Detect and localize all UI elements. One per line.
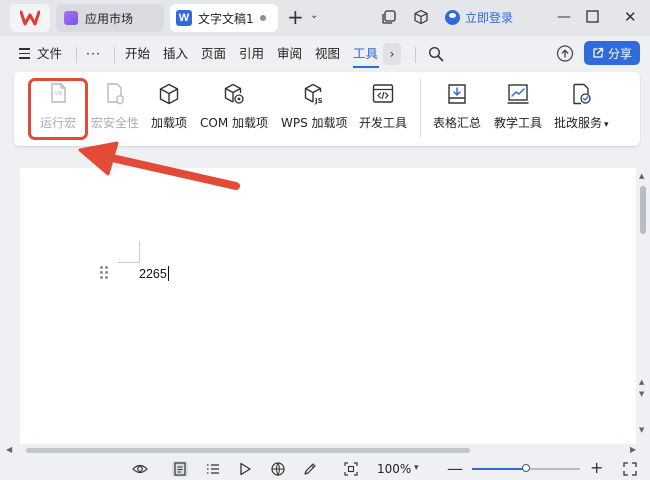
zoom-level[interactable]: 100% — [377, 462, 411, 476]
word-doc-icon: W — [176, 10, 192, 26]
title-bar: 应用市场 W 文字文稿1 + ⌄ 立即登录 — ✕ — [0, 0, 650, 36]
cloud-upload-icon[interactable] — [556, 45, 574, 62]
outline-view-icon[interactable] — [205, 461, 221, 477]
teaching-tools-button[interactable]: 教学工具 — [494, 82, 542, 131]
fullscreen-icon[interactable] — [622, 461, 638, 477]
developer-tools-button[interactable]: 开发工具 — [359, 82, 407, 131]
wps-logo[interactable] — [10, 4, 50, 32]
maximize-icon[interactable] — [586, 10, 599, 23]
margin-corner-mark — [118, 262, 140, 263]
wps-addin-button[interactable]: JS WPS 加载项 — [281, 82, 348, 131]
correction-service-button[interactable]: 批改服务 ▾ — [554, 82, 609, 131]
svg-text:JS: JS — [314, 97, 323, 105]
margin-corner-mark — [139, 241, 140, 263]
developer-tools-icon — [372, 84, 394, 103]
zoom-in-button[interactable]: + — [590, 458, 603, 477]
share-label: 分享 — [607, 46, 632, 61]
new-tab-button[interactable]: + — [287, 7, 304, 27]
com-addin-icon — [224, 83, 244, 104]
document-text[interactable]: 2265 — [139, 266, 170, 282]
play-icon[interactable] — [237, 461, 253, 477]
dropdown-chevron-icon: ▾ — [604, 120, 609, 130]
text-cursor — [167, 266, 170, 281]
unsaved-dot-icon — [259, 15, 266, 21]
wps-logo-icon — [20, 10, 40, 26]
com-addin-button[interactable]: COM 加载项 — [200, 82, 268, 131]
divider — [415, 47, 416, 63]
tab-label: 应用市场 — [85, 11, 134, 26]
minimize-button[interactable]: — — [557, 9, 571, 25]
tab-list-chevron-icon[interactable]: ⌄ — [310, 10, 318, 21]
addin-cube-icon — [159, 83, 179, 105]
horizontal-scrollbar[interactable]: ◀ ▶ — [0, 444, 650, 458]
zoom-slider-knob[interactable] — [522, 464, 530, 472]
wps-addin-icon: JS — [305, 83, 323, 105]
correction-service-icon — [573, 83, 591, 105]
page-view-icon[interactable] — [172, 461, 188, 477]
fit-page-icon[interactable] — [343, 461, 359, 477]
tabs-scroll-right-button[interactable]: › — [383, 43, 401, 65]
macro-security-icon — [107, 83, 124, 105]
document-area: 2265 — [0, 152, 650, 444]
search-icon[interactable] — [428, 46, 444, 62]
highlight-box — [28, 78, 88, 140]
addin-button[interactable]: 加载项 — [151, 82, 187, 131]
hamburger-icon[interactable] — [19, 48, 30, 62]
table-summary-icon — [448, 84, 466, 104]
menu-file[interactable]: 文件 — [37, 46, 62, 62]
zoom-out-button[interactable]: — — [447, 459, 463, 478]
status-bar: 100% ▾ — + — [0, 458, 650, 480]
web-layout-icon[interactable] — [270, 461, 286, 477]
tab-document[interactable]: W 文字文稿1 — [170, 4, 278, 32]
teaching-tools-icon — [507, 84, 529, 104]
cube-icon[interactable] — [413, 9, 429, 25]
tab-start[interactable]: 开始 — [125, 46, 150, 62]
zoom-dropdown-icon[interactable]: ▾ — [414, 463, 419, 473]
horizontal-scroll-thumb[interactable] — [26, 448, 470, 453]
scroll-up-icon[interactable]: ▲ — [639, 172, 644, 180]
divider — [114, 47, 115, 63]
scroll-prev-page-icon[interactable]: ▲ — [639, 378, 644, 386]
tools-ribbon: VB 运行宏 宏安全性 加载项 COM 加载项 JS WPS 加载项 开发工具 … — [14, 72, 640, 146]
login-label: 立即登录 — [465, 11, 514, 25]
drag-handle-icon[interactable] — [100, 266, 110, 282]
macro-security-button[interactable]: 宏安全性 — [91, 82, 139, 131]
table-summary-button[interactable]: 表格汇总 — [433, 82, 481, 131]
scroll-next-page-icon[interactable]: ▼ — [639, 390, 644, 398]
pen-icon[interactable] — [302, 461, 318, 477]
share-button[interactable]: 分享 — [584, 41, 640, 65]
tab-label: 文字文稿1 — [198, 11, 254, 26]
tab-tools[interactable]: 工具 — [353, 46, 378, 62]
scroll-left-icon[interactable]: ◀ — [6, 445, 12, 454]
tab-view[interactable]: 视图 — [315, 46, 340, 62]
scroll-right-icon[interactable]: ▶ — [630, 445, 636, 454]
tab-review[interactable]: 审阅 — [277, 46, 302, 62]
login-button[interactable]: 立即登录 — [445, 9, 513, 26]
zoom-slider-fill — [472, 468, 526, 470]
tab-insert[interactable]: 插入 — [163, 46, 188, 62]
close-button[interactable]: ✕ — [624, 9, 637, 25]
divider — [76, 47, 77, 63]
vertical-scroll-thumb[interactable] — [640, 186, 646, 234]
tab-page[interactable]: 页面 — [201, 46, 226, 62]
ribbon-divider — [420, 78, 421, 138]
tab-app-market[interactable]: 应用市场 — [56, 4, 164, 32]
scroll-down-icon[interactable]: ▼ — [639, 426, 644, 434]
document-page[interactable]: 2265 — [20, 168, 636, 444]
zoom-slider[interactable] — [472, 464, 580, 472]
active-tab-indicator — [353, 66, 379, 68]
avatar-icon — [445, 10, 460, 25]
window-restore-icon[interactable] — [381, 9, 397, 25]
menu-bar: 文件 ··· 开始 插入 页面 引用 审阅 视图 工具 › 分享 — [0, 36, 650, 70]
app-market-icon — [64, 11, 78, 25]
share-icon — [593, 47, 604, 58]
more-menu-button[interactable]: ··· — [86, 46, 101, 62]
vertical-scrollbar[interactable]: ▲ ▲ ▼ ▼ — [638, 168, 648, 444]
eye-icon[interactable] — [132, 461, 148, 477]
tab-reference[interactable]: 引用 — [239, 46, 264, 62]
